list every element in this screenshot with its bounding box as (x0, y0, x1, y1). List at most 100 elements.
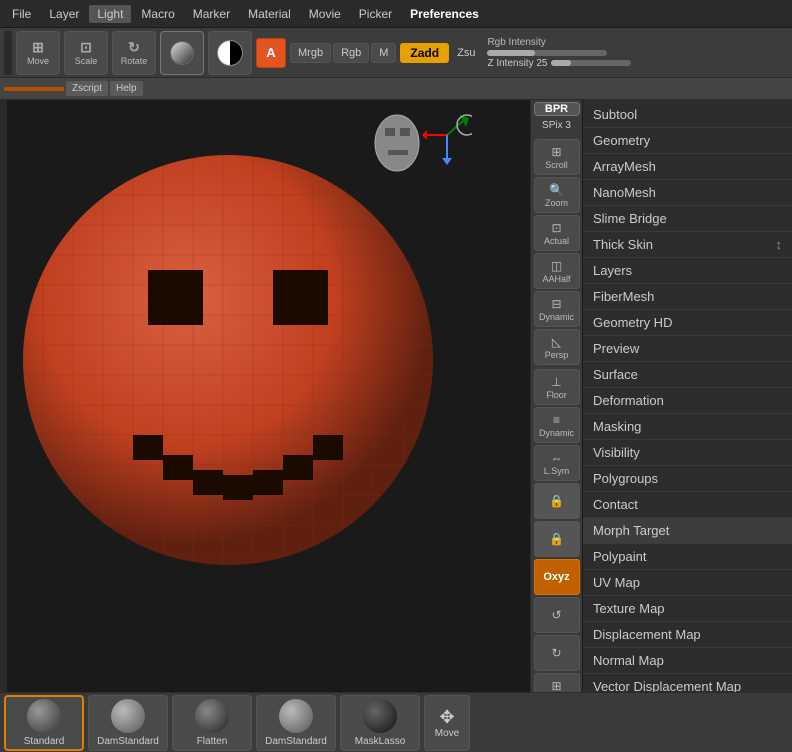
menu-visibility[interactable]: Visibility (583, 440, 792, 466)
menu-normalmap[interactable]: Normal Map (583, 648, 792, 674)
menu-file[interactable]: File (4, 5, 39, 23)
brush-masklasso[interactable]: MaskLasso (340, 695, 420, 751)
intensity-slider-row (487, 50, 631, 56)
main-toolbar: ⊞ Move ⊡ Scale ↻ Rotate A Mrgb Rgb M Zad… (0, 28, 792, 78)
color-a-button[interactable]: A (256, 38, 286, 68)
persp-icon: ◺ (552, 335, 561, 349)
sphere-body (23, 155, 433, 565)
viewport[interactable] (8, 100, 530, 692)
menu-picker[interactable]: Picker (351, 5, 400, 23)
dynamic-button[interactable]: ⊟ Dynamic (534, 291, 580, 327)
move-label: Move (27, 56, 49, 66)
frame-icon: ⊞ (551, 679, 561, 693)
menu-thickskin[interactable]: Thick Skin ↕ (583, 232, 792, 258)
menu-marker[interactable]: Marker (185, 5, 238, 23)
menu-macro[interactable]: Macro (133, 5, 182, 23)
menu-layer[interactable]: Layer (41, 5, 87, 23)
viewport-canvas (13, 115, 473, 615)
brush-standard[interactable]: Standard (4, 695, 84, 751)
persp-button[interactable]: ◺ Persp (534, 329, 580, 365)
scroll-label: Scroll (545, 160, 568, 170)
aahalf-icon: ◫ (551, 259, 562, 273)
menu-texturemap[interactable]: Texture Map (583, 596, 792, 622)
dynamic2-icon: ≡ (553, 413, 560, 427)
lock-button1[interactable]: 🔒 (534, 483, 580, 519)
menu-masking[interactable]: Masking (583, 414, 792, 440)
masklasso-brush-label: MaskLasso (355, 736, 406, 747)
zadd-button[interactable]: Zadd (400, 43, 449, 63)
menu-polypaint[interactable]: Polypaint (583, 544, 792, 570)
orange-button[interactable] (4, 87, 64, 91)
mini-head-preview (370, 108, 425, 186)
rotate-button[interactable]: ↻ Rotate (112, 31, 156, 75)
left-panel (0, 100, 8, 692)
damstandard-brush-label1: DamStandard (97, 736, 159, 747)
menu-deformation[interactable]: Deformation (583, 388, 792, 414)
lock-button2[interactable]: 🔒 (534, 521, 580, 557)
lsym-button[interactable]: ⇔ L.Sym (534, 445, 580, 481)
flatten-brush-label: Flatten (197, 736, 228, 747)
dynamic2-button[interactable]: ≡ Dynamic (534, 407, 580, 443)
thick-skin-arrow: ↕ (776, 237, 783, 252)
menu-nanomesh[interactable]: NanoMesh (583, 180, 792, 206)
menu-layers[interactable]: Layers (583, 258, 792, 284)
rgb-intensity-slider[interactable] (487, 50, 607, 56)
m-button[interactable]: M (371, 43, 396, 63)
brush-damstandard1[interactable]: DamStandard (88, 695, 168, 751)
axis-indicator (422, 110, 472, 168)
menu-arraymesh[interactable]: ArrayMesh (583, 154, 792, 180)
lock1-icon: 🔒 (549, 494, 564, 508)
scale-button[interactable]: ⊡ Scale (64, 31, 108, 75)
actual-button[interactable]: ⊡ Actual (534, 215, 580, 251)
menu-surface[interactable]: Surface (583, 362, 792, 388)
z-intensity-slider[interactable] (551, 60, 631, 66)
mrgb-button[interactable]: Mrgb (290, 43, 331, 63)
menu-fibermesh[interactable]: FiberMesh (583, 284, 792, 310)
rotate3-icon: ↻ (551, 646, 561, 660)
right-tools-panel: BPR SPix 3 ⊞ Scroll 🔍 Zoom ⊡ Actual ◫ AA… (530, 100, 582, 692)
zoom-button[interactable]: 🔍 Zoom (534, 177, 580, 213)
aahalf-button[interactable]: ◫ AAHalf (534, 253, 580, 289)
frame-button[interactable]: ⊞ Frame (534, 673, 580, 692)
floor-icon: ⊥ (551, 375, 561, 389)
menu-contact[interactable]: Contact (583, 492, 792, 518)
menu-slimebridge[interactable]: Slime Bridge (583, 206, 792, 232)
scale-icon: ⊡ (80, 39, 92, 56)
menu-subtool[interactable]: Subtool (583, 102, 792, 128)
rotate-label: Rotate (121, 56, 148, 66)
menu-morphtarget[interactable]: Morph Target (583, 518, 792, 544)
menu-bar: File Layer Light Macro Marker Material M… (0, 0, 792, 28)
persp-label: Persp (545, 350, 569, 360)
menu-light[interactable]: Light (89, 5, 131, 23)
material-ball-button[interactable] (160, 31, 204, 75)
help-button[interactable]: Help (110, 81, 143, 96)
menu-movie[interactable]: Movie (301, 5, 349, 23)
scroll-button[interactable]: ⊞ Scroll (534, 139, 580, 175)
menu-uvmap[interactable]: UV Map (583, 570, 792, 596)
menu-geometryhd[interactable]: Geometry HD (583, 310, 792, 336)
xyz-button[interactable]: Oxyz (534, 559, 580, 595)
spix-label: SPix 3 (542, 118, 571, 133)
menu-polygroups[interactable]: Polygroups (583, 466, 792, 492)
lsym-icon: ⇔ (551, 451, 563, 465)
menu-material[interactable]: Material (240, 5, 299, 23)
move-button[interactable]: ⊞ Move (16, 31, 60, 75)
move-bottom-button[interactable]: ✥ Move (424, 695, 470, 751)
rotate2-button[interactable]: ↺ (534, 597, 580, 633)
bpr-button[interactable]: BPR (534, 102, 580, 116)
zscript-button[interactable]: Zscript (66, 81, 108, 96)
menu-geometry[interactable]: Geometry (583, 128, 792, 154)
rgb-button[interactable]: Rgb (333, 43, 369, 63)
menu-preferences[interactable]: Preferences (402, 5, 487, 23)
floor-button[interactable]: ⊥ Floor (534, 369, 580, 405)
menu-preview[interactable]: Preview (583, 336, 792, 362)
rotate3-button[interactable]: ↻ (534, 635, 580, 671)
menu-displacementmap[interactable]: Displacement Map (583, 622, 792, 648)
brush-flatten[interactable]: Flatten (172, 695, 252, 751)
floor-sphere-button[interactable] (208, 31, 252, 75)
brush-damstandard2[interactable]: DamStandard (256, 695, 336, 751)
rotate-icon: ↻ (128, 39, 140, 56)
menu-vectordisplacementmap[interactable]: Vector Displacement Map (583, 674, 792, 692)
left-strip (4, 31, 12, 75)
right-eye (273, 270, 328, 325)
